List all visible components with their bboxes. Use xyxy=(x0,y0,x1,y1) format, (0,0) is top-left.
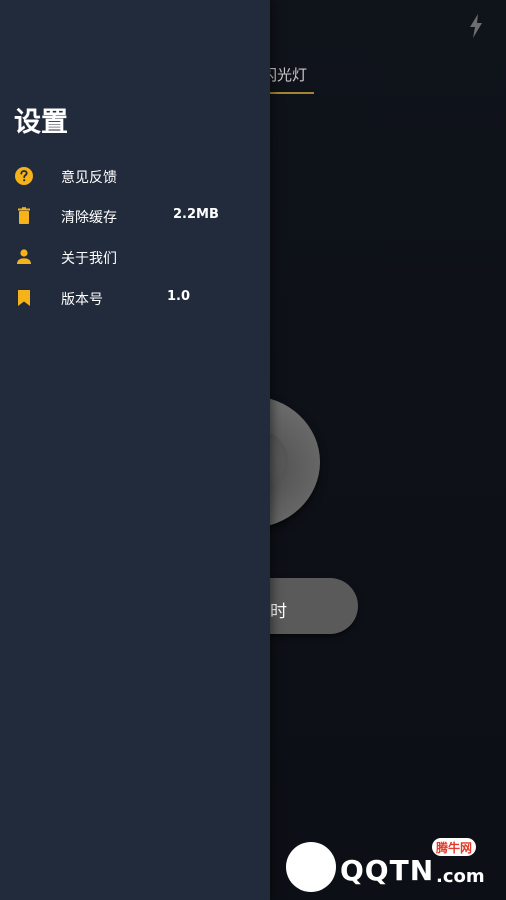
watermark-bull-icon xyxy=(286,842,336,892)
menu-item-label: 关于我们 xyxy=(61,251,117,267)
trash-icon xyxy=(18,207,30,224)
bookmark-icon xyxy=(18,290,30,306)
cache-size-value: 2.2MB xyxy=(173,207,219,222)
watermark-badge-text: 腾牛网 xyxy=(436,841,473,855)
menu-item-version: 版本号 1.0 xyxy=(0,280,270,316)
watermark-logo: 腾牛网 QQTN .com xyxy=(286,838,496,892)
person-icon xyxy=(17,249,31,264)
version-value: 1.0 xyxy=(167,289,191,304)
watermark-text: QQTN xyxy=(340,854,435,887)
menu-item-feedback[interactable]: 意见反馈 xyxy=(0,158,270,194)
menu-item-clear-cache[interactable]: 清除缓存 2.2MB xyxy=(0,198,270,234)
menu-item-about[interactable]: 关于我们 xyxy=(0,239,270,275)
menu-item-label: 清除缓存 xyxy=(61,210,117,226)
settings-drawer: 设置 意见反馈 清除缓存 2.2MB 关于我们 版本号 1.0 xyxy=(0,0,270,900)
drawer-title: 设置 xyxy=(14,107,68,138)
flash-icon[interactable] xyxy=(468,14,484,38)
menu-item-label: 意见反馈 xyxy=(61,170,117,186)
watermark-dotcom: .com xyxy=(436,866,485,887)
menu-item-label: 版本号 xyxy=(61,292,103,308)
help-circle-icon xyxy=(15,167,33,185)
